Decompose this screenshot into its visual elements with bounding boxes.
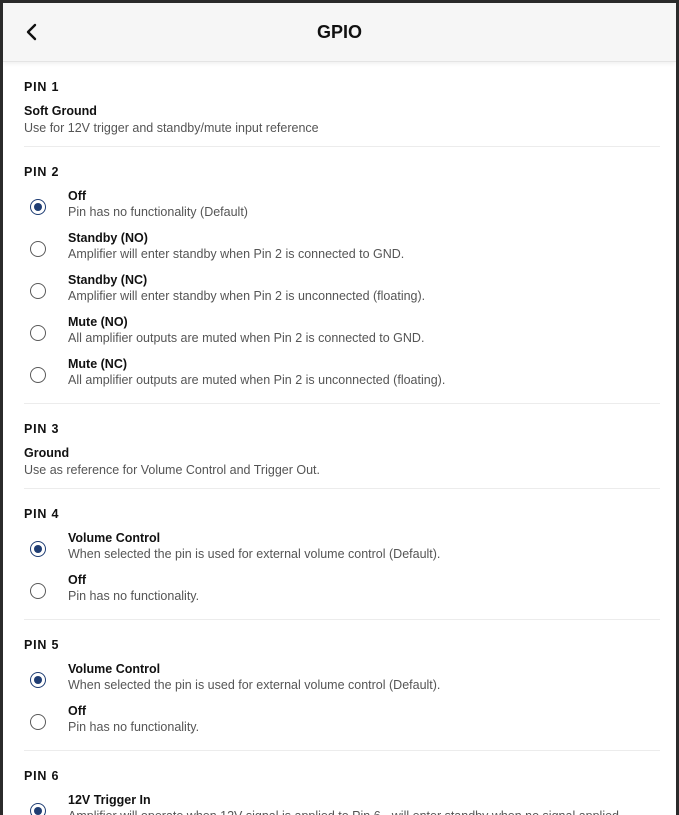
pin-section: PIN 4 Volume Control When selected the pin… xyxy=(24,489,660,620)
radio-option[interactable]: Off Pin has no functionality. xyxy=(24,573,660,609)
pin-section: PIN 5 Volume Control When selected the pin… xyxy=(24,620,660,751)
radio-option-text: 12V Trigger In Amplifier will operate whe… xyxy=(68,793,660,815)
radio-option-description: When selected the pin is used for extern… xyxy=(68,678,441,692)
radio-option[interactable]: Mute (NC) All amplifier outputs are muted… xyxy=(24,357,660,393)
pin-section: PIN 1 Soft Ground Use for 12V trigger and … xyxy=(24,62,660,147)
radio-option-title: Mute (NC) xyxy=(68,357,128,371)
pin-info-description: Use as reference for Volume Control and … xyxy=(24,463,320,477)
pin-label: PIN 2 xyxy=(24,165,60,179)
header-bar: GPIO xyxy=(3,3,676,62)
radio-unchecked-icon[interactable] xyxy=(30,583,46,599)
radio-option-title: Off xyxy=(68,189,87,203)
radio-option-text: Off Pin has no functionality. xyxy=(68,704,660,735)
radio-group: 12V Trigger In Amplifier will operate whe… xyxy=(24,783,660,815)
radio-option-text: Volume Control When selected the pin is u… xyxy=(68,531,660,562)
radio-option[interactable]: Standby (NC) Amplifier will enter standby… xyxy=(24,273,660,309)
pin-label: PIN 4 xyxy=(24,507,60,521)
radio-option-description: Pin has no functionality (Default) xyxy=(68,205,248,219)
radio-option-title: Standby (NO) xyxy=(68,231,148,245)
radio-option-description: All amplifier outputs are muted when Pin… xyxy=(68,373,446,387)
radio-option-description: Amplifier will operate when 12V signal i… xyxy=(68,809,648,815)
radio-option-title: Mute (NO) xyxy=(68,315,128,329)
radio-option-description: Amplifier will enter standby when Pin 2 … xyxy=(68,289,426,303)
radio-option-description: Pin has no functionality. xyxy=(68,720,200,734)
radio-unchecked-icon[interactable] xyxy=(30,241,46,257)
radio-option-title: Standby (NC) xyxy=(68,273,148,287)
radio-unchecked-icon[interactable] xyxy=(30,367,46,383)
radio-option[interactable]: Mute (NO) All amplifier outputs are muted… xyxy=(24,315,660,351)
radio-option-title: Volume Control xyxy=(68,662,161,676)
radio-option-text: Mute (NO) All amplifier outputs are muted… xyxy=(68,315,660,346)
radio-option-text: Mute (NC) All amplifier outputs are muted… xyxy=(68,357,660,388)
radio-option-text: Off Pin has no functionality. xyxy=(68,573,660,604)
radio-option-title: 12V Trigger In xyxy=(68,793,151,807)
radio-option-description: All amplifier outputs are muted when Pin… xyxy=(68,331,425,345)
app-window: GPIO PIN 1 Soft Ground Use for 12V trigger… xyxy=(3,3,676,815)
radio-option-description: Pin has no functionality. xyxy=(68,589,200,603)
chevron-left-icon xyxy=(26,23,37,41)
pin-section: PIN 3 Ground Use as reference for Volume C… xyxy=(24,404,660,489)
pin-label: PIN 1 xyxy=(24,80,60,94)
radio-checked-icon[interactable] xyxy=(30,199,46,215)
radio-option-text: Volume Control When selected the pin is u… xyxy=(68,662,660,693)
radio-option-text: Standby (NC) Amplifier will enter standby… xyxy=(68,273,660,304)
pin-info: Soft Ground Use for 12V trigger and stand… xyxy=(24,94,660,146)
radio-option-title: Off xyxy=(68,704,87,718)
radio-option[interactable]: 12V Trigger In Amplifier will operate whe… xyxy=(24,793,660,815)
radio-group: Volume Control When selected the pin is u… xyxy=(24,521,660,619)
radio-checked-icon[interactable] xyxy=(30,672,46,688)
radio-checked-icon[interactable] xyxy=(30,541,46,557)
radio-unchecked-icon[interactable] xyxy=(30,325,46,341)
pin-info-description: Use for 12V trigger and standby/mute inp… xyxy=(24,121,319,135)
pin-info: Ground Use as reference for Volume Contro… xyxy=(24,436,660,488)
radio-option-description: When selected the pin is used for extern… xyxy=(68,547,441,561)
radio-option-title: Volume Control xyxy=(68,531,161,545)
radio-option[interactable]: Volume Control When selected the pin is u… xyxy=(24,662,660,698)
pin-label: PIN 6 xyxy=(24,769,60,783)
pin-list: PIN 1 Soft Ground Use for 12V trigger and … xyxy=(3,62,676,815)
radio-option-text: Standby (NO) Amplifier will enter standby… xyxy=(68,231,660,262)
pin-section: PIN 2 Off Pin has no functionality (Defaul… xyxy=(24,147,660,404)
radio-checked-icon[interactable] xyxy=(30,803,46,815)
pin-info-title: Ground xyxy=(24,446,70,460)
radio-option[interactable]: Off Pin has no functionality (Default) xyxy=(24,189,660,225)
radio-option-title: Off xyxy=(68,573,87,587)
radio-option[interactable]: Standby (NO) Amplifier will enter standby… xyxy=(24,231,660,267)
radio-unchecked-icon[interactable] xyxy=(30,714,46,730)
pin-info-title: Soft Ground xyxy=(24,104,97,118)
radio-unchecked-icon[interactable] xyxy=(30,283,46,299)
radio-option-text: Off Pin has no functionality (Default) xyxy=(68,189,660,220)
radio-option-description: Amplifier will enter standby when Pin 2 … xyxy=(68,247,405,261)
back-button[interactable] xyxy=(17,17,47,47)
pin-section: PIN 6 12V Trigger In Amplifier will operat… xyxy=(24,751,660,815)
radio-option[interactable]: Off Pin has no functionality. xyxy=(24,704,660,740)
radio-group: Volume Control When selected the pin is u… xyxy=(24,652,660,750)
radio-group: Off Pin has no functionality (Default) Sta… xyxy=(24,179,660,403)
pin-label: PIN 3 xyxy=(24,422,60,436)
radio-option[interactable]: Volume Control When selected the pin is u… xyxy=(24,531,660,567)
pin-label: PIN 5 xyxy=(24,638,60,652)
page-title: GPIO xyxy=(316,21,362,42)
